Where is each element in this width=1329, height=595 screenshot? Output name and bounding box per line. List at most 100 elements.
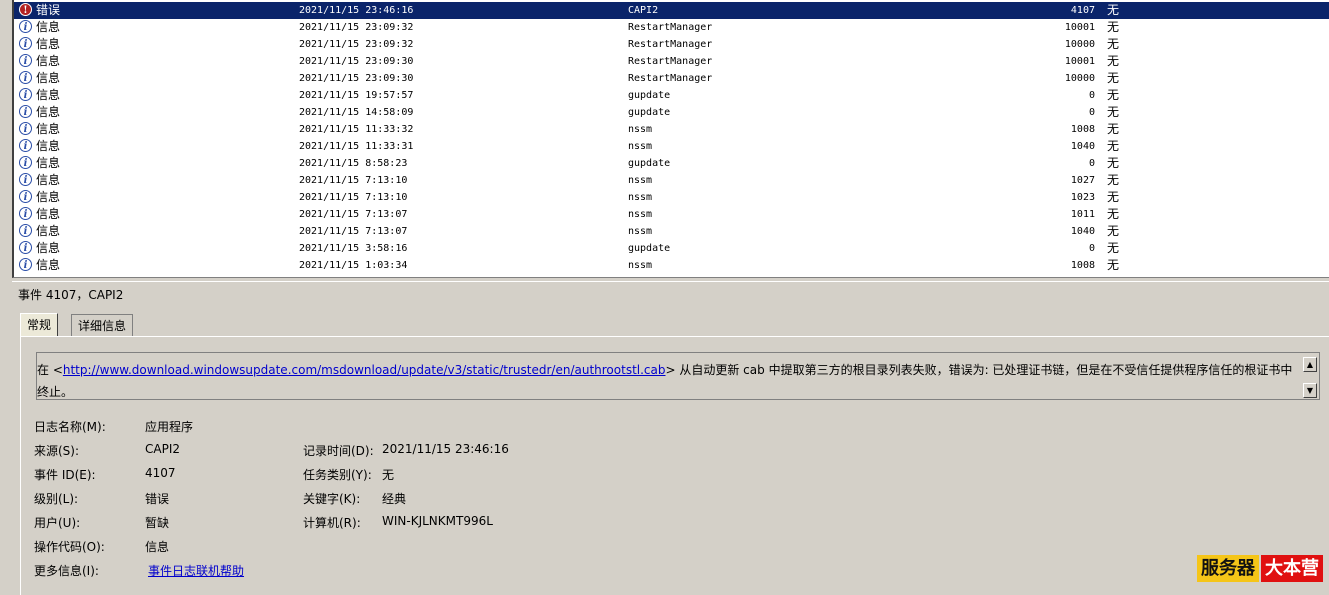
event-date: 2021/11/15 23:46:16 [299,5,414,16]
event-id: 10000 [1064,73,1095,84]
scroll-down-button[interactable]: ▼ [1303,383,1317,398]
opcode-label: 操作代码(O): [34,540,105,554]
event-source: RestartManager [628,56,713,67]
event-date: 2021/11/15 11:33:31 [299,141,414,152]
logged-label: 记录时间(D): [303,444,374,458]
info-icon: i [19,241,32,254]
arrow-down-icon: ▼ [1306,386,1314,395]
event-date: 2021/11/15 11:33:32 [299,124,414,135]
event-task: 无 [1107,224,1120,238]
event-id: 0 [1088,107,1095,118]
event-level: 信息 [36,190,61,204]
event-level: 信息 [36,105,61,119]
event-date: 2021/11/15 7:13:10 [299,192,408,203]
event-source: nssm [628,141,653,152]
info-icon: i [19,224,32,237]
event-level: 信息 [36,207,61,221]
watermark-right: 大本营 [1261,555,1323,582]
event-task: 无 [1107,54,1120,68]
online-help-link[interactable]: 事件日志联机帮助 [148,562,244,579]
event-id: 1027 [1070,175,1095,186]
event-source: nssm [628,124,653,135]
computer-value: WIN-KJLNKMT996L [382,514,493,528]
event-level: 信息 [36,122,61,136]
event-row[interactable]: i 信息 2021/11/15 7:13:10 nssm 1023 无 [14,189,1329,206]
event-task: 无 [1107,122,1120,136]
event-row[interactable]: i 信息 2021/11/15 1:03:34 nssm 1008 无 [14,257,1329,274]
event-id-label: 事件 ID(E): [34,468,96,482]
event-list[interactable]: ! 错误 2021/11/15 23:46:16 CAPI2 4107 无 i 信息 2021/… [12,0,1329,278]
event-task: 无 [1107,190,1120,204]
event-row[interactable]: i 信息 2021/11/15 23:09:32 RestartManager 1000… [14,19,1329,36]
event-row[interactable]: i 信息 2021/11/15 3:58:16 gupdate 0 无 [14,240,1329,257]
event-level: 信息 [36,88,61,102]
event-row[interactable]: i 信息 2021/11/15 11:33:32 nssm 1008 无 [14,121,1329,138]
message-url-link[interactable]: http://www.download.windowsupdate.com/ms… [63,363,666,377]
computer-label: 计算机(R): [303,516,361,530]
event-message-box[interactable]: 在 <http://www.download.windowsupdate.com… [36,352,1320,400]
event-source: RestartManager [628,22,713,33]
event-id: 0 [1088,243,1095,254]
event-date: 2021/11/15 23:09:32 [299,39,414,50]
event-source: RestartManager [628,73,713,84]
event-source: nssm [628,192,653,203]
event-id: 1023 [1070,192,1095,203]
task-category-label: 任务类别(Y): [303,468,372,482]
event-task: 无 [1107,3,1120,17]
info-icon: i [19,190,32,203]
scroll-up-button[interactable]: ▲ [1303,357,1317,372]
source-value: CAPI2 [145,442,180,456]
event-task: 无 [1107,241,1120,255]
user-label: 用户(U): [34,516,81,530]
event-row[interactable]: i 信息 2021/11/15 7:13:10 nssm 1027 无 [14,172,1329,189]
info-icon: i [19,20,32,33]
event-row[interactable]: i 信息 2021/11/15 23:09:30 RestartManager 1000… [14,70,1329,87]
event-level: 信息 [36,156,61,170]
event-level: 信息 [36,37,61,51]
event-task: 无 [1107,88,1120,102]
info-icon: i [19,54,32,67]
event-level: 信息 [36,20,61,34]
event-date: 2021/11/15 14:58:09 [299,107,414,118]
logged-value: 2021/11/15 23:46:16 [382,442,509,456]
event-row[interactable]: i 信息 2021/11/15 14:58:09 gupdate 0 无 [14,104,1329,121]
event-level: 信息 [36,258,61,272]
event-id: 0 [1088,90,1095,101]
event-row[interactable]: i 信息 2021/11/15 19:57:57 gupdate 0 无 [14,87,1329,104]
tab-general[interactable]: 常规 [20,313,59,337]
event-row[interactable]: i 信息 2021/11/15 11:33:31 nssm 1040 无 [14,138,1329,155]
user-value: 暂缺 [145,516,170,530]
event-source: gupdate [628,243,671,254]
event-id: 10000 [1064,39,1095,50]
event-date: 2021/11/15 7:13:10 [299,175,408,186]
tab-details[interactable]: 详细信息 [71,314,134,336]
event-source: nssm [628,260,653,271]
pane-divider[interactable] [12,281,1329,282]
info-icon: i [19,105,32,118]
event-date: 2021/11/15 19:57:57 [299,90,414,101]
event-row[interactable]: i 信息 2021/11/15 8:58:23 gupdate 0 无 [14,155,1329,172]
event-row[interactable]: i 信息 2021/11/15 23:09:32 RestartManager 1000… [14,36,1329,53]
event-source: RestartManager [628,39,713,50]
event-row[interactable]: i 信息 2021/11/15 7:13:07 nssm 1040 无 [14,223,1329,240]
log-name-value: 应用程序 [145,420,194,434]
error-icon: ! [19,3,32,16]
info-icon: i [19,71,32,84]
event-id: 1011 [1070,209,1095,220]
event-task: 无 [1107,105,1120,119]
event-row[interactable]: ! 错误 2021/11/15 23:46:16 CAPI2 4107 无 [14,2,1329,19]
event-source: nssm [628,209,653,220]
event-source: CAPI2 [628,5,659,16]
source-label: 来源(S): [34,444,80,458]
event-row[interactable]: i 信息 2021/11/15 7:13:07 nssm 1011 无 [14,206,1329,223]
event-date: 2021/11/15 7:13:07 [299,209,408,220]
event-level: 信息 [36,139,61,153]
event-level: 信息 [36,241,61,255]
event-level: 信息 [36,54,61,68]
info-icon: i [19,122,32,135]
event-id: 1008 [1070,260,1095,271]
event-level: 信息 [36,173,61,187]
message-prefix: 在 < [37,363,63,377]
event-row[interactable]: i 信息 2021/11/15 23:09:30 RestartManager 1000… [14,53,1329,70]
event-date: 2021/11/15 23:09:30 [299,56,414,67]
